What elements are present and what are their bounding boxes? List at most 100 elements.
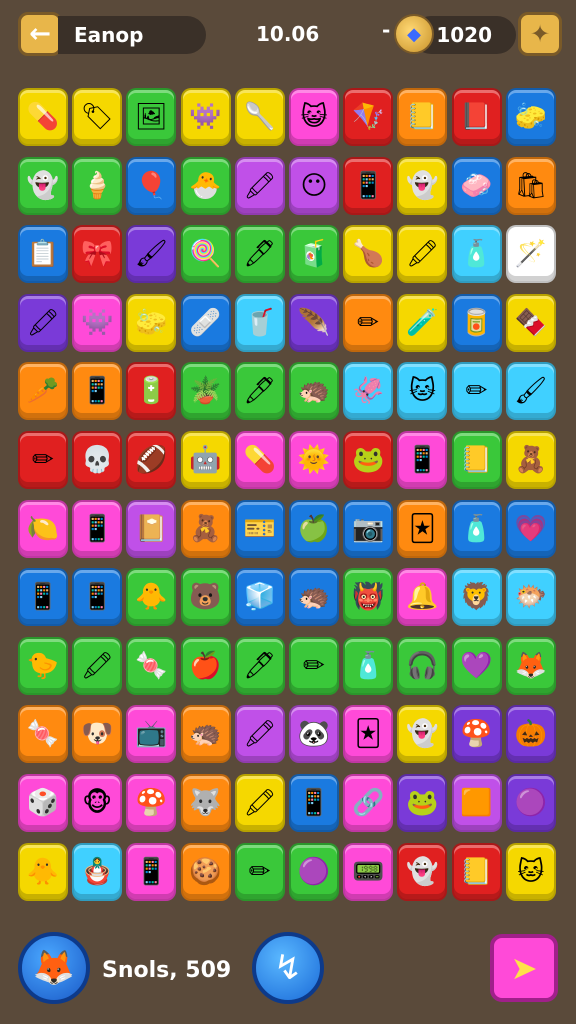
tile[interactable]: 🍬 — [18, 705, 68, 764]
tile[interactable]: 🦑 — [343, 362, 394, 421]
tile[interactable]: 🍎 — [180, 636, 231, 695]
tile[interactable]: 🧴 — [451, 225, 502, 284]
tile[interactable]: ✏ — [343, 293, 394, 352]
tile[interactable]: 🐼 — [289, 705, 339, 764]
tile[interactable]: 💗 — [505, 499, 556, 558]
tile[interactable]: 📟 — [343, 842, 394, 901]
tile[interactable]: 🧽 — [126, 293, 177, 352]
tile[interactable]: 💀 — [72, 431, 123, 489]
tile[interactable]: 🩹 — [180, 293, 231, 352]
tile[interactable]: 📱 — [72, 362, 123, 421]
tile[interactable]: 🃏 — [397, 499, 448, 558]
tile[interactable]: 🐱 — [397, 362, 448, 421]
tile[interactable]: 📱 — [18, 568, 68, 627]
tile[interactable]: 🦊 — [505, 636, 556, 695]
tile[interactable]: 🍪 — [180, 842, 231, 901]
tile[interactable]: 🟣 — [505, 774, 556, 832]
tile[interactable]: 👾 — [180, 88, 231, 146]
tile[interactable]: 🎈 — [126, 156, 177, 215]
tile[interactable]: ✏ — [451, 362, 502, 421]
tile[interactable]: ✏ — [234, 842, 285, 901]
tile[interactable]: 🤖 — [180, 431, 231, 489]
tile[interactable]: 🧪 — [397, 293, 448, 352]
tile[interactable]: 🧽 — [505, 88, 556, 146]
tile[interactable]: 📱 — [289, 774, 339, 832]
tile[interactable]: 🦔 — [180, 705, 231, 764]
tile[interactable]: 📔 — [126, 499, 177, 558]
tile[interactable]: 📷 — [343, 499, 394, 558]
tile[interactable]: 🍫 — [505, 293, 556, 352]
tile[interactable]: 🐡 — [505, 568, 556, 627]
tile[interactable]: 🖍 — [234, 774, 285, 832]
tile[interactable]: 🎀 — [72, 225, 123, 284]
tile[interactable]: 🧃 — [289, 225, 339, 284]
tile[interactable]: 🎃 — [505, 705, 556, 764]
tile[interactable]: 📱 — [343, 156, 394, 215]
tile[interactable]: 🖍 — [234, 705, 285, 764]
tile[interactable]: ✏ — [289, 636, 339, 695]
tile[interactable]: 🍄 — [451, 705, 502, 764]
tile[interactable]: 👻 — [18, 156, 68, 215]
tile[interactable]: 🟣 — [289, 842, 339, 901]
tile[interactable]: 🪶 — [289, 293, 339, 352]
tile[interactable]: 👻 — [397, 705, 448, 764]
tile[interactable]: 🐥 — [126, 568, 177, 627]
tile[interactable]: 🥕 — [18, 362, 68, 421]
tile[interactable]: 📱 — [72, 499, 123, 558]
tile[interactable]: 🐥 — [18, 842, 68, 901]
tile[interactable]: 🖌 — [126, 225, 177, 284]
tile[interactable]: 📒 — [451, 431, 502, 489]
tile[interactable]: 🟧 — [451, 774, 502, 832]
tile[interactable]: 🖊 — [234, 636, 285, 695]
tile[interactable]: 🧸 — [505, 431, 556, 489]
tile[interactable]: 🛍 — [505, 156, 556, 215]
tile[interactable]: 🦔 — [289, 362, 339, 421]
tile[interactable]: 🍄 — [126, 774, 177, 832]
tile[interactable]: 🏈 — [126, 431, 177, 489]
tile[interactable]: 👹 — [343, 568, 394, 627]
tile[interactable]: 📱 — [397, 431, 448, 489]
tile[interactable]: 🐵 — [72, 774, 123, 832]
tile[interactable]: 🐱 — [505, 842, 556, 901]
tile[interactable]: 🍭 — [180, 225, 231, 284]
tile[interactable]: 📒 — [451, 842, 502, 901]
tile[interactable]: 🔔 — [397, 568, 448, 627]
play-button[interactable]: ➤ — [490, 934, 558, 1002]
tile[interactable]: 🎲 — [18, 774, 68, 832]
tile[interactable]: 🖍 — [397, 225, 448, 284]
tile[interactable]: 🔋 — [126, 362, 177, 421]
tile[interactable]: 🐣 — [180, 156, 231, 215]
tile[interactable]: 🧸 — [180, 499, 231, 558]
tile[interactable]: 🍦 — [72, 156, 123, 215]
lightning-button[interactable]: ↯ — [252, 932, 324, 1004]
tile[interactable]: 🪆 — [72, 842, 123, 901]
tile[interactable]: 👻 — [397, 156, 448, 215]
tile[interactable]: 🌞 — [289, 431, 339, 489]
tile[interactable]: 🐶 — [72, 705, 123, 764]
tile[interactable]: 🖼 — [126, 88, 177, 146]
tile[interactable]: 🍏 — [289, 499, 339, 558]
tile[interactable]: 📺 — [126, 705, 177, 764]
tile[interactable]: 🐤 — [18, 636, 68, 695]
settings-button[interactable]: ✦ — [518, 12, 562, 56]
tile[interactable]: 🐸 — [397, 774, 448, 832]
tile[interactable]: 💊 — [18, 88, 68, 146]
tile[interactable]: 🪄 — [505, 225, 556, 284]
tile[interactable]: 🪴 — [180, 362, 231, 421]
tile[interactable]: 📕 — [451, 88, 502, 146]
tile[interactable]: 🐻 — [180, 568, 231, 627]
fox-avatar-button[interactable]: 🦊 — [18, 932, 90, 1004]
tile[interactable]: 🖌 — [505, 362, 556, 421]
tile[interactable]: 🧼 — [451, 156, 502, 215]
tile[interactable]: 🎫 — [234, 499, 285, 558]
tile[interactable]: 📱 — [126, 842, 177, 901]
tile[interactable]: 💜 — [451, 636, 502, 695]
tile[interactable]: 🐺 — [180, 774, 231, 832]
tile[interactable]: 🖊 — [234, 362, 285, 421]
tile[interactable]: 🍋 — [18, 499, 68, 558]
tile[interactable]: 🥫 — [451, 293, 502, 352]
tile[interactable]: 🧊 — [234, 568, 285, 627]
tile[interactable]: 🖍 — [234, 156, 285, 215]
tile[interactable]: 🖍 — [72, 636, 123, 695]
tile[interactable]: 📱 — [72, 568, 123, 627]
